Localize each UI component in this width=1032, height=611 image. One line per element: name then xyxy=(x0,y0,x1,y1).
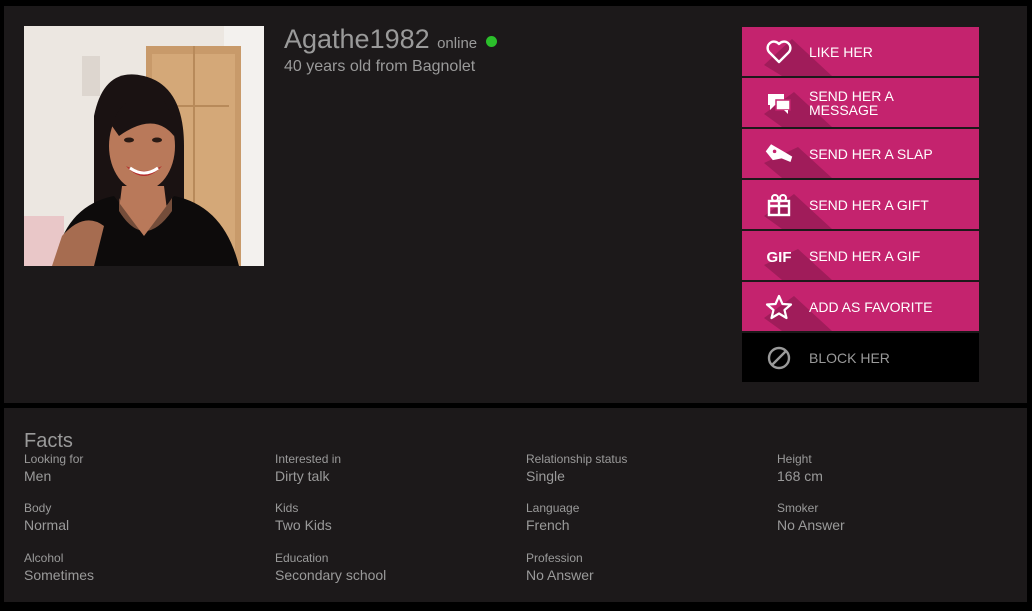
fact-value: 168 cm xyxy=(777,468,823,484)
fact-alcohol: Alcohol Sometimes xyxy=(24,551,94,583)
send-gift-button[interactable]: SEND HER A GIFT xyxy=(742,180,979,229)
fact-value: Two Kids xyxy=(275,517,332,533)
star-icon xyxy=(764,294,794,320)
like-label: LIKE HER xyxy=(809,43,873,60)
fact-interested-in: Interested in Dirty talk xyxy=(275,452,341,484)
fact-key: Relationship status xyxy=(526,452,628,466)
fact-language: Language French xyxy=(526,501,579,533)
fact-value: Men xyxy=(24,468,52,484)
fact-looking-for: Looking for Men xyxy=(24,452,83,484)
fact-body: Body Normal xyxy=(24,501,69,533)
fact-key: Education xyxy=(275,551,329,565)
fact-smoker: Smoker No Answer xyxy=(777,501,845,533)
fact-relationship-status: Relationship status Single xyxy=(526,452,627,484)
slap-hand-icon xyxy=(764,141,794,167)
profile-name-line: Agathe1982 online xyxy=(284,24,497,55)
fact-height: Height 168 cm xyxy=(777,452,823,484)
fact-value: Dirty talk xyxy=(275,468,330,484)
fact-key: Interested in xyxy=(275,452,342,466)
block-label: BLOCK HER xyxy=(809,349,890,366)
chat-icon xyxy=(764,90,794,116)
profile-actions: LIKE HER SEND HER A MESSAGE SEND HER A S… xyxy=(742,27,979,384)
block-icon xyxy=(764,345,794,371)
fact-key: Smoker xyxy=(777,501,819,515)
gift-icon xyxy=(764,192,794,218)
fact-profession: Profession No Answer xyxy=(526,551,594,583)
profile-photo[interactable] xyxy=(24,26,264,266)
fact-key: Profession xyxy=(526,551,583,565)
facts-title: Facts xyxy=(24,430,73,452)
send-slap-label: SEND HER A SLAP xyxy=(809,145,933,162)
facts-panel: Facts Looking for Men Interested in Dirt… xyxy=(4,408,1027,602)
svg-text:GIF: GIF xyxy=(767,249,792,266)
fact-education: Education Secondary school xyxy=(275,551,386,583)
gif-icon: GIF xyxy=(764,243,794,269)
fact-key: Height xyxy=(777,452,812,466)
username: Agathe1982 xyxy=(284,24,430,54)
send-gift-label: SEND HER A GIFT xyxy=(809,196,929,213)
send-message-label: SEND HER A MESSAGE xyxy=(809,87,894,118)
fact-key: Language xyxy=(526,501,580,515)
send-gif-label: SEND HER A GIF xyxy=(809,247,921,264)
fact-key: Looking for xyxy=(24,452,84,466)
send-slap-button[interactable]: SEND HER A SLAP xyxy=(742,129,979,178)
fact-key: Kids xyxy=(275,501,299,515)
like-button[interactable]: LIKE HER xyxy=(742,27,979,76)
online-status-dot-icon xyxy=(485,36,497,47)
online-status-text: online xyxy=(437,35,478,52)
fact-value: French xyxy=(526,517,570,533)
profile-subtitle: 40 years old from Bagnolet xyxy=(284,58,476,75)
fact-key: Alcohol xyxy=(24,551,64,565)
send-gif-button[interactable]: GIF SEND HER A GIF xyxy=(742,231,979,280)
profile-header-panel: Agathe1982 online 40 years old from Bagn… xyxy=(4,6,1027,403)
fact-key: Body xyxy=(24,501,52,515)
fact-value: Secondary school xyxy=(275,567,387,583)
fact-value: Single xyxy=(526,468,565,484)
fact-value: Sometimes xyxy=(24,567,95,583)
heart-icon xyxy=(764,39,794,65)
add-favorite-label: ADD AS FAVORITE xyxy=(809,298,933,315)
block-button[interactable]: BLOCK HER xyxy=(742,333,979,382)
fact-value: Normal xyxy=(24,517,70,533)
add-favorite-button[interactable]: ADD AS FAVORITE xyxy=(742,282,979,331)
fact-kids: Kids Two Kids xyxy=(275,501,332,533)
fact-value: No Answer xyxy=(526,567,594,583)
fact-value: No Answer xyxy=(777,517,845,533)
send-message-button[interactable]: SEND HER A MESSAGE xyxy=(742,78,979,127)
